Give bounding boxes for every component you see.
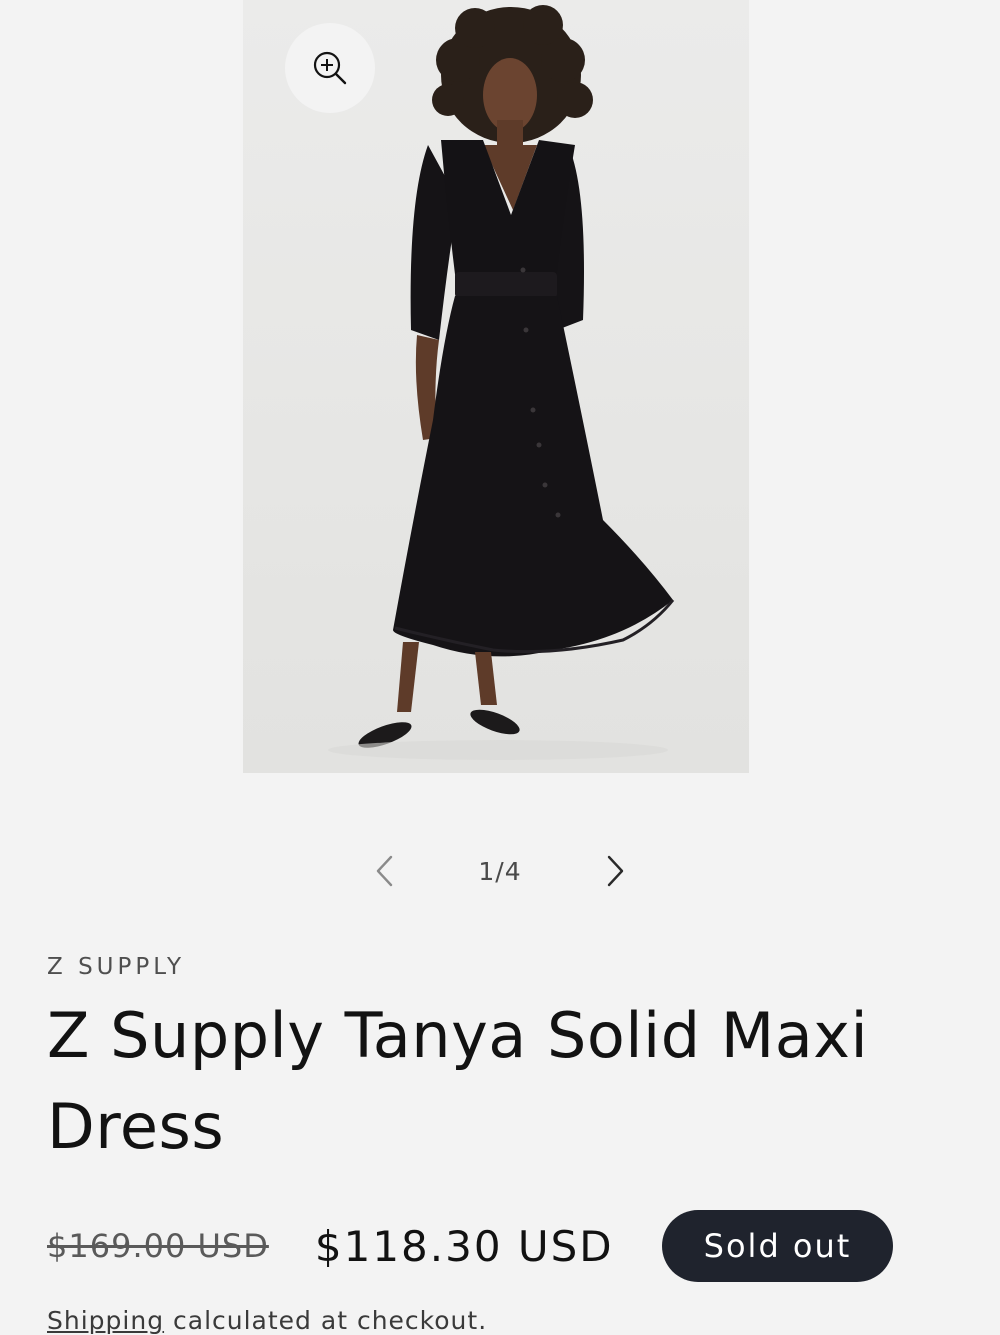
- product-image[interactable]: [243, 0, 749, 773]
- zoom-in-icon: [313, 51, 347, 85]
- shipping-policy-link[interactable]: Shipping: [47, 1306, 164, 1335]
- shipping-note: Shipping calculated at checkout.: [47, 1306, 487, 1335]
- slider-controls: 1/4: [355, 840, 645, 902]
- slider-prev-button[interactable]: [355, 841, 415, 901]
- zoom-button[interactable]: [285, 23, 375, 113]
- product-photo: [328, 5, 675, 760]
- chevron-left-icon: [376, 855, 393, 887]
- shipping-note-text: calculated at checkout.: [164, 1306, 488, 1335]
- product-vendor: Z SUPPLY: [47, 954, 186, 980]
- slider-counter: 1/4: [478, 856, 522, 886]
- product-title: Z Supply Tanya Solid Maxi Dress: [47, 999, 869, 1163]
- sale-price: $118.30 USD: [314, 1221, 614, 1271]
- slider-next-button[interactable]: [585, 841, 645, 901]
- price-row: $169.00 USD $118.30 USD Sold out: [47, 1208, 947, 1284]
- chevron-right-icon: [607, 855, 624, 887]
- compare-price: $169.00 USD: [47, 1227, 269, 1265]
- sold-out-badge: Sold out: [661, 1210, 894, 1282]
